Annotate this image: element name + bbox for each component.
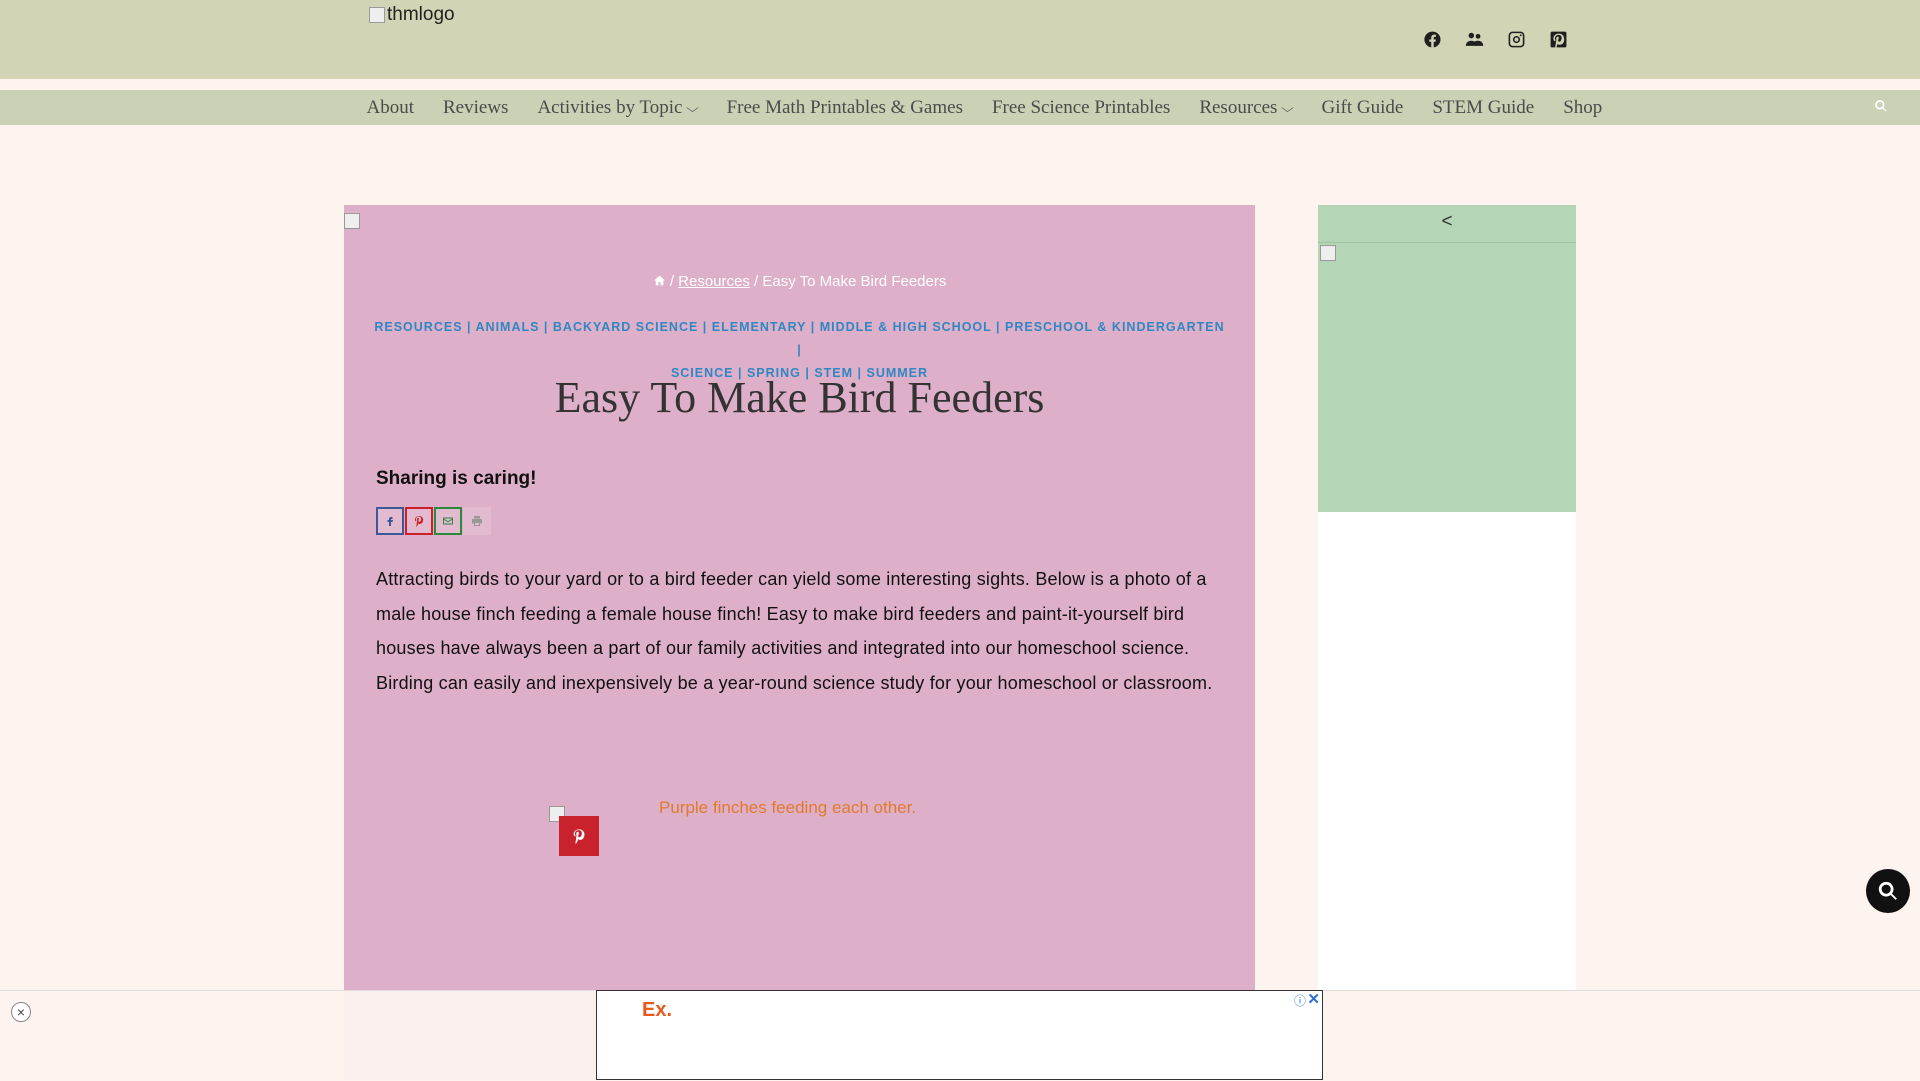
sidebar-widget: < — [1318, 205, 1576, 512]
category-line-1[interactable]: RESOURCES | ANIMALS | BACKYARD SCIENCE |… — [374, 316, 1225, 362]
nav-item-resources[interactable]: Resources ⌵ — [1185, 97, 1307, 119]
logo-alt-text: thmlogo — [387, 4, 455, 25]
floating-search-button[interactable] — [1866, 869, 1910, 913]
nav-item-free-math-printables[interactable]: Free Math Printables & Games — [712, 97, 977, 119]
nav-item-stem-guide[interactable]: STEM Guide — [1418, 97, 1549, 119]
breadcrumb-current: Easy To Make Bird Feeders — [762, 273, 947, 290]
pinterest-icon[interactable] — [1547, 28, 1569, 50]
chevron-down-icon: ⌵ — [686, 101, 700, 115]
nav-item-reviews[interactable]: Reviews — [429, 97, 523, 119]
instagram-icon[interactable] — [1505, 28, 1527, 50]
nav-item-about[interactable]: About — [352, 97, 429, 119]
share-facebook-button[interactable] — [376, 507, 404, 535]
article-card: / Resources / Easy To Make Bird Feeders … — [344, 205, 1255, 990]
print-icon — [472, 516, 482, 526]
share-pinterest-button[interactable] — [405, 507, 433, 535]
nav-item-free-science-printables[interactable]: Free Science Printables — [977, 97, 1184, 119]
facebook-icon — [387, 517, 393, 526]
breadcrumb: / Resources / Easy To Make Bird Feeders — [344, 273, 1255, 291]
ad-logo: Ex. — [642, 999, 673, 1021]
broken-image-icon — [344, 213, 360, 229]
ad-dismiss-icon[interactable]: ✕ — [1307, 990, 1320, 1008]
nav-label: About — [366, 96, 415, 118]
page-title: Easy To Make Bird Feeders — [554, 373, 1045, 422]
sidebar: < — [1318, 205, 1576, 990]
site-header: thmlogo — [0, 0, 1920, 79]
nav-item-shop[interactable]: Shop — [1549, 97, 1617, 119]
sidebar-prev-arrow[interactable]: < — [1318, 211, 1576, 233]
breadcrumb-separator: / — [669, 273, 674, 290]
ad-banner[interactable]: Ex. ⓘ ✕ — [596, 990, 1323, 1080]
email-icon — [443, 517, 453, 525]
nav-item-activities-by-topic[interactable]: Activities by Topic ⌵ — [523, 97, 712, 119]
breadcrumb-separator: / — [754, 273, 759, 290]
nav-label: Reviews — [443, 96, 509, 118]
nav-label: Resources — [1199, 96, 1278, 118]
ad-close-button[interactable]: × — [11, 1002, 31, 1022]
share-buttons — [376, 507, 491, 535]
image-alt-text: Purple finches feeding each other. — [659, 798, 917, 817]
divider — [1318, 242, 1576, 243]
main-navigation: About Reviews Activities by Topic ⌵ Free … — [0, 90, 1920, 125]
share-email-button[interactable] — [434, 507, 462, 535]
broken-image-icon — [369, 7, 385, 23]
nav-search-icon[interactable] — [1874, 99, 1890, 115]
site-logo[interactable]: thmlogo — [369, 4, 455, 26]
home-icon[interactable] — [653, 274, 666, 291]
social-links — [1421, 28, 1569, 50]
sharing-heading: Sharing is caring! — [376, 468, 537, 489]
broken-image-icon — [1320, 245, 1336, 261]
article-body: Attracting birds to your yard or to a bi… — [376, 569, 1213, 693]
article-image: Purple finches feeding each other. — [549, 798, 969, 863]
pinterest-icon — [573, 829, 585, 844]
nav-item-gift-guide[interactable]: Gift Guide — [1307, 97, 1418, 119]
nav-label: Free Science Printables — [991, 96, 1171, 118]
print-button[interactable] — [463, 507, 491, 535]
pinterest-icon — [415, 516, 424, 527]
facebook-icon[interactable] — [1421, 28, 1443, 50]
facebook-group-icon[interactable] — [1463, 28, 1485, 50]
pin-image-button[interactable] — [559, 816, 599, 856]
nav-label: Free Math Printables & Games — [726, 96, 963, 118]
chevron-down-icon: ⌵ — [1281, 101, 1295, 115]
nav-label: Gift Guide — [1321, 96, 1404, 118]
ad-info-icon[interactable]: ⓘ — [1294, 992, 1306, 1009]
nav-label: STEM Guide — [1432, 96, 1535, 118]
search-icon — [1878, 881, 1897, 900]
nav-label: Activities by Topic — [537, 96, 683, 118]
nav-label: Shop — [1563, 96, 1603, 118]
breadcrumb-link-resources[interactable]: Resources — [678, 273, 750, 290]
nav-menu: About Reviews Activities by Topic ⌵ Free … — [352, 90, 1617, 125]
